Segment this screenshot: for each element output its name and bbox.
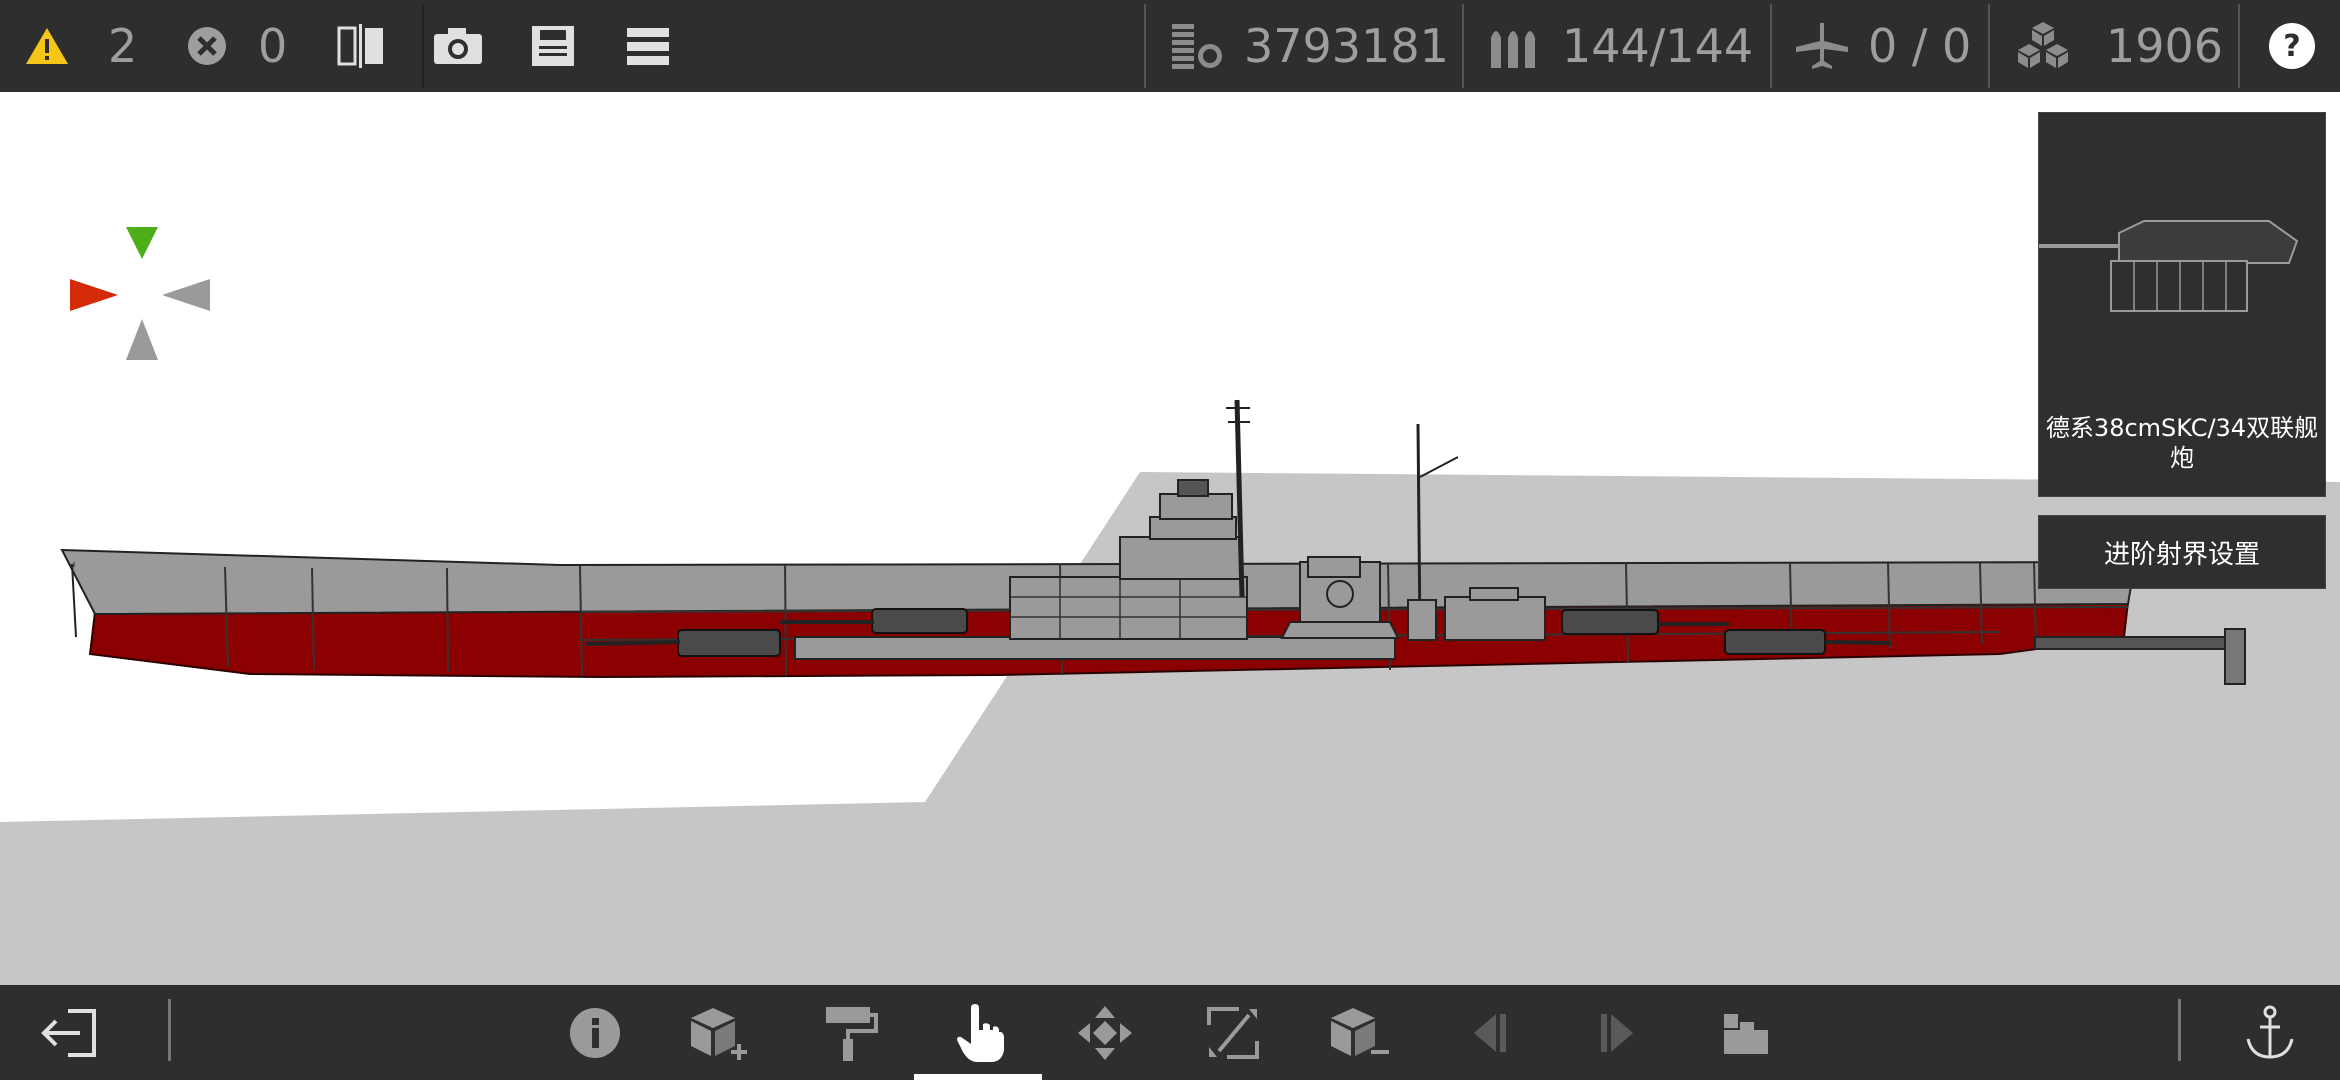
active-tool-indicator (914, 1074, 1042, 1080)
add-part-icon[interactable] (665, 985, 775, 1080)
warning-icon[interactable] (24, 0, 70, 92)
cost-value: 3793181 (1244, 19, 1449, 73)
aircraft-icon (1794, 0, 1850, 92)
stack-icon[interactable] (1690, 985, 1800, 1080)
error-count: 0 (258, 19, 288, 73)
battleship-model[interactable] (0, 92, 2340, 985)
bottom-toolbar (0, 985, 2340, 1080)
ship-viewport[interactable] (0, 92, 2340, 985)
compass-right-arrow (162, 279, 210, 311)
menu-icon[interactable] (627, 0, 669, 92)
svg-text:?: ? (2283, 29, 2300, 64)
ammo-icon (1488, 0, 1540, 92)
part-name-label: 德系38cmSKC/34双联舰炮 (2045, 414, 2319, 472)
info-icon[interactable] (540, 985, 650, 1080)
paint-icon[interactable] (795, 985, 905, 1080)
compass-up-arrow (126, 227, 158, 259)
prev-icon[interactable] (1435, 985, 1545, 1080)
save-icon[interactable] (530, 0, 576, 92)
parts-value: 1906 (2106, 19, 2224, 73)
anchor-icon[interactable] (2215, 985, 2325, 1080)
help-icon[interactable]: ? (2268, 0, 2316, 92)
compass-left-arrow (70, 279, 118, 311)
aircraft-value: 0 / 0 (1868, 19, 1972, 73)
mirror-icon[interactable] (336, 0, 386, 92)
orientation-gizmo[interactable] (70, 227, 210, 367)
camera-icon[interactable] (432, 0, 484, 92)
remove-part-icon[interactable] (1305, 985, 1415, 1080)
part-thumbnail (2039, 220, 2299, 312)
move-icon[interactable] (1050, 985, 1160, 1080)
error-icon[interactable] (186, 0, 228, 92)
compass-down-arrow (126, 319, 158, 360)
rotate-icon[interactable] (1178, 985, 1288, 1080)
warning-count: 2 (108, 19, 138, 73)
cost-icon (1170, 0, 1224, 92)
select-hand-icon[interactable] (925, 985, 1035, 1080)
parts-icon (2014, 0, 2072, 92)
next-icon[interactable] (1562, 985, 1672, 1080)
exit-icon[interactable] (15, 985, 125, 1080)
ammo-value: 144/144 (1562, 19, 1754, 73)
top-bar: 2 0 3793181 144/144 0 / 0 1906 ? (0, 0, 2340, 92)
advanced-firing-arc-button[interactable]: 进阶射界设置 (2038, 515, 2326, 589)
selected-part-card[interactable]: 德系38cmSKC/34双联舰炮 (2038, 112, 2326, 497)
